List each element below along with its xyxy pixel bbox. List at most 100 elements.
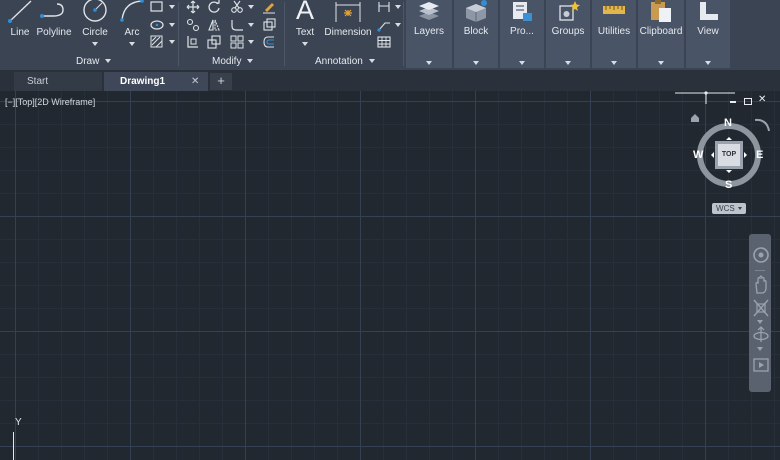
mirror-icon[interactable]	[207, 18, 221, 32]
orbit-icon[interactable]	[752, 325, 770, 345]
compass-east[interactable]: E	[756, 150, 763, 161]
restore-viewport-icon[interactable]	[744, 98, 752, 105]
view-icon	[700, 2, 718, 20]
draw-expand-icon	[105, 59, 112, 64]
annotation-group-title[interactable]: Annotation	[315, 56, 375, 68]
layers-panel[interactable]: Layers	[406, 0, 452, 68]
layers-dropdown-caret[interactable]	[426, 61, 432, 65]
add-tab-icon: +	[217, 73, 225, 88]
view-panel-label: View	[697, 26, 719, 37]
annotation-expand-icon	[368, 59, 375, 64]
hatch-icon[interactable]	[150, 35, 164, 49]
view-panel[interactable]: View	[686, 0, 730, 68]
block-panel[interactable]: Block	[454, 0, 498, 68]
ellipse-dropdown-caret[interactable]	[169, 23, 175, 27]
close-viewport-icon[interactable]: ✕	[758, 95, 766, 105]
offset-icon[interactable]	[262, 35, 276, 49]
wcs-dropdown-icon	[737, 207, 742, 211]
clipboard-panel[interactable]: Clipboard	[638, 0, 684, 68]
wcs-label: WCS	[716, 204, 735, 213]
table-icon[interactable]	[377, 35, 391, 49]
properties-dropdown-caret[interactable]	[519, 61, 525, 65]
zoom-dropdown-caret[interactable]	[757, 320, 763, 324]
tab-drawing1-label: Drawing1	[120, 76, 166, 87]
groups-dropdown-caret[interactable]	[565, 61, 571, 65]
zoom-extents-icon[interactable]	[752, 298, 770, 318]
dimension-tool[interactable]: Dimension	[322, 0, 374, 50]
view-dropdown-caret[interactable]	[705, 61, 711, 65]
arc-dropdown-caret[interactable]	[129, 42, 135, 46]
compass-south[interactable]: S	[725, 180, 732, 191]
annotation-group-label: Annotation	[315, 56, 363, 67]
rectangle-dropdown-caret[interactable]	[169, 5, 175, 9]
leader-dropdown-caret[interactable]	[395, 23, 401, 27]
arc-tool-label: Arc	[124, 27, 140, 38]
groups-panel[interactable]: Groups	[546, 0, 590, 68]
copy-icon[interactable]	[186, 18, 200, 32]
close-tab-icon[interactable]: ✕	[191, 72, 199, 91]
tab-drawing1[interactable]: Drawing1 ✕	[104, 72, 208, 91]
circle-dropdown-caret[interactable]	[92, 42, 98, 46]
fillet-dropdown-caret[interactable]	[248, 23, 254, 27]
clipboard-dropdown-caret[interactable]	[658, 61, 664, 65]
showmotion-icon[interactable]	[752, 355, 770, 375]
compass-north[interactable]: N	[724, 118, 732, 129]
erase-icon[interactable]	[262, 0, 276, 14]
pan-icon[interactable]	[752, 275, 770, 295]
utilities-dropdown-caret[interactable]	[611, 61, 617, 65]
ellipse-icon[interactable]	[150, 18, 164, 32]
group-separator	[284, 2, 285, 66]
line-tool[interactable]: Line	[6, 0, 34, 44]
layers-icon	[419, 2, 439, 20]
nav-separator	[755, 270, 765, 271]
properties-panel-label: Pro...	[510, 26, 534, 37]
groups-icon	[559, 1, 580, 21]
layers-panel-label: Layers	[413, 26, 444, 37]
utilities-panel[interactable]: Utilities	[592, 0, 636, 68]
stretch-icon[interactable]	[186, 35, 200, 49]
ribbon: Line Polyline Circle Arc Draw Modify A T…	[0, 0, 780, 70]
viewport-controls[interactable]: [−][Top][2D Wireframe]	[5, 97, 95, 108]
wcs-menu[interactable]: WCS	[712, 203, 746, 214]
leader-icon[interactable]	[377, 18, 391, 32]
polyline-icon	[40, 3, 64, 18]
dimension-tool-label: Dimension	[324, 27, 372, 38]
compass-west[interactable]: W	[693, 150, 703, 161]
arc-tool[interactable]: Arc	[116, 0, 148, 50]
viewcube-top-face[interactable]: TOP	[718, 151, 740, 159]
polyline-tool[interactable]: Polyline	[34, 0, 74, 44]
block-dropdown-caret[interactable]	[473, 61, 479, 65]
scale-icon[interactable]	[207, 35, 221, 49]
explode-icon[interactable]	[262, 18, 276, 32]
hatch-dropdown-caret[interactable]	[169, 40, 175, 44]
linear-dimension-icon[interactable]	[377, 0, 391, 14]
rotate-icon[interactable]	[207, 0, 221, 14]
text-icon: A	[295, 0, 314, 25]
text-dropdown-caret[interactable]	[302, 42, 308, 46]
trim-icon[interactable]	[230, 0, 244, 14]
circle-tool[interactable]: Circle	[78, 0, 112, 50]
drawing-canvas[interactable]: [−][Top][2D Wireframe] ✕ TOP N S W E WCS	[0, 91, 780, 460]
move-icon[interactable]	[186, 0, 200, 14]
text-tool-label: Text	[295, 27, 315, 38]
minimize-viewport-icon[interactable]	[730, 101, 736, 103]
clipboard-panel-label: Clipboard	[639, 26, 683, 37]
text-tool[interactable]: A Text	[290, 0, 320, 50]
new-tab-button[interactable]: +	[210, 73, 232, 90]
draw-group-title[interactable]: Draw	[76, 56, 112, 68]
array-icon[interactable]	[230, 35, 244, 49]
properties-panel[interactable]: Pro...	[500, 0, 544, 68]
fillet-icon[interactable]	[230, 18, 244, 32]
rectangle-icon[interactable]	[150, 0, 164, 14]
array-dropdown-caret[interactable]	[248, 40, 254, 44]
draw-group-label: Draw	[76, 56, 100, 67]
linear-dimension-caret[interactable]	[395, 5, 401, 9]
steering-wheel-icon[interactable]	[752, 245, 770, 265]
circle-icon	[83, 0, 107, 22]
modify-expand-icon	[247, 59, 254, 64]
tab-start[interactable]: Start	[14, 72, 102, 91]
orbit-dropdown-caret[interactable]	[757, 347, 763, 351]
trim-dropdown-caret[interactable]	[248, 5, 254, 9]
modify-group-title[interactable]: Modify	[212, 56, 254, 68]
group-separator	[178, 2, 179, 66]
